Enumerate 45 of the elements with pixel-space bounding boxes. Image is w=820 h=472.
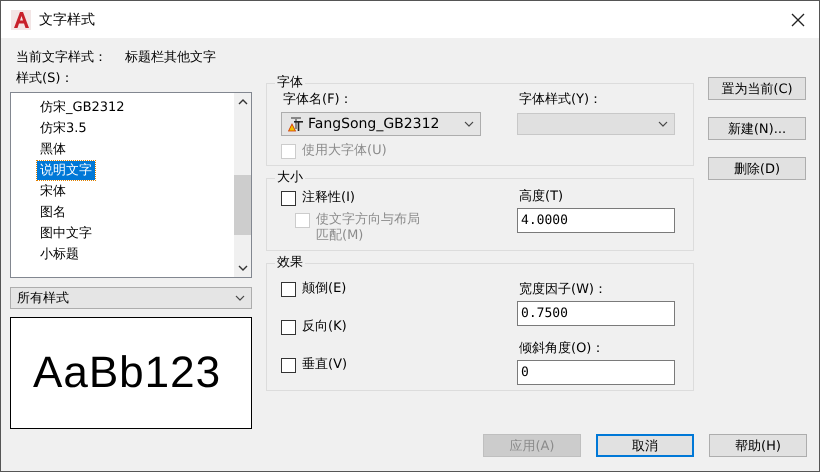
dialog-button[interactable]: 帮助(H) [709, 434, 807, 457]
style-item[interactable]: 宋体 [37, 182, 69, 201]
style-item[interactable]: 图中文字 [37, 224, 95, 243]
style-item[interactable]: 仿宋_GB2312 [37, 98, 128, 117]
effect-checkbox[interactable]: 颠倒(E) [281, 281, 517, 297]
window-title: 文字样式 [39, 10, 96, 28]
style-item[interactable]: 仿宋3.5 [37, 119, 90, 138]
chevron-down-icon [235, 295, 245, 301]
style-item[interactable]: 图名 [37, 203, 69, 222]
group-title: 大小 [276, 170, 304, 186]
chevron-down-icon [464, 121, 474, 127]
height-input[interactable]: 4.0000 [517, 208, 675, 233]
effect-checkbox[interactable]: 反向(K) [281, 319, 517, 335]
close-icon[interactable] [791, 12, 805, 26]
group-title: 效果 [276, 255, 304, 271]
style-item[interactable]: 说明文字 [37, 161, 95, 180]
annotative-checkbox[interactable]: 注释性(I) [281, 190, 517, 206]
side-button[interactable]: 置为当前(C) [708, 77, 806, 100]
app-logo-icon [11, 10, 31, 30]
font-name-dropdown[interactable]: FangSong_GB2312 [281, 112, 481, 136]
style-item[interactable]: 小标题 [37, 245, 82, 264]
current-style-value: 标题栏其他文字 [125, 49, 216, 66]
scrollbar[interactable] [234, 93, 251, 277]
scroll-down-icon[interactable] [238, 265, 248, 271]
dialog-button[interactable]: 取消 [596, 434, 694, 457]
style-item[interactable]: 黑体 [37, 140, 69, 159]
oblique-angle-input[interactable]: 0 [517, 360, 675, 385]
width-factor-input[interactable]: 0.7500 [517, 301, 675, 326]
font-style-label: 字体样式(Y)： [519, 91, 604, 109]
side-button[interactable]: 删除(D) [708, 157, 806, 180]
scrollbar-thumb[interactable] [234, 175, 251, 235]
height-label: 高度(T) [519, 188, 564, 206]
font-warning-icon [288, 116, 304, 132]
font-name-label: 字体名(F)： [283, 91, 354, 109]
group-title: 字体 [276, 75, 304, 91]
side-button[interactable]: 新建(N)... [708, 117, 806, 140]
chevron-down-icon [658, 121, 668, 127]
oblique-angle-label: 倾斜角度(O)： [519, 340, 606, 358]
preview-text: AaBb123 [33, 348, 222, 398]
effect-checkbox[interactable]: 垂直(V) [281, 357, 517, 373]
style-filter-dropdown[interactable]: 所有样式 [10, 287, 252, 309]
scroll-up-icon[interactable] [238, 99, 248, 105]
current-style-label: 当前文字样式： [16, 49, 107, 66]
styles-label: 样式(S)： [15, 70, 74, 88]
width-factor-label: 宽度因子(W)： [519, 281, 608, 299]
